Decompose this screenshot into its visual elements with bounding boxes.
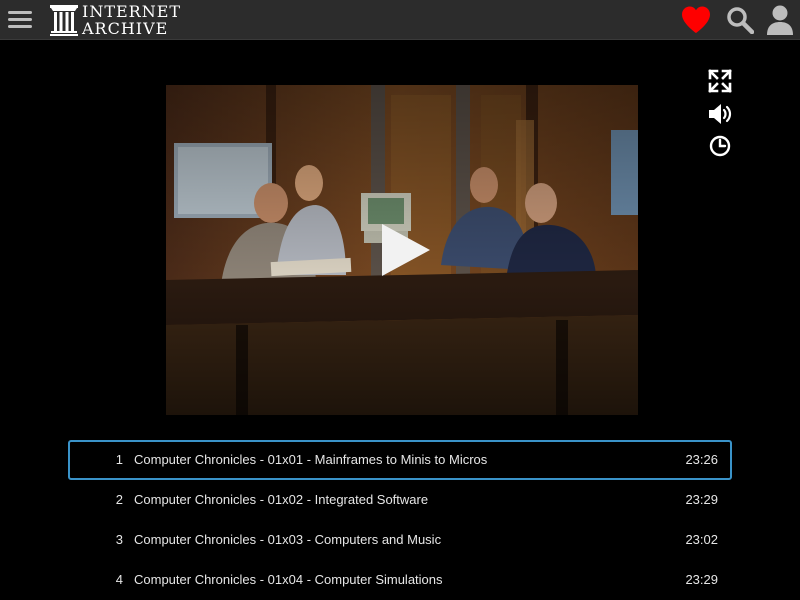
track-duration: 23:26 (685, 452, 718, 467)
user-icon[interactable] (766, 4, 794, 36)
internet-archive-logo[interactable]: INTERNET ARCHIVE (48, 3, 188, 37)
logo-wordmark: INTERNET ARCHIVE (82, 3, 192, 37)
track-duration: 23:29 (685, 572, 718, 587)
fullscreen-icon[interactable] (706, 67, 734, 95)
archive-building-icon (50, 5, 78, 36)
track-duration: 23:29 (685, 492, 718, 507)
playlist-item-4[interactable]: 4 Computer Chronicles - 01x04 - Computer… (68, 560, 732, 600)
track-number: 4 (115, 572, 123, 587)
track-title: Computer Chronicles - 01x01 - Mainframes… (134, 452, 488, 467)
track-title: Computer Chronicles - 01x04 - Computer S… (134, 572, 443, 587)
track-title: Computer Chronicles - 01x02 - Integrated… (134, 492, 429, 507)
track-number: 3 (115, 532, 123, 547)
track-number: 2 (115, 492, 123, 507)
hamburger-menu-icon[interactable] (8, 8, 34, 32)
top-navigation-bar: INTERNET ARCHIVE (0, 0, 800, 40)
playlist-item-3[interactable]: 3 Computer Chronicles - 01x03 - Computer… (68, 520, 732, 560)
playback-speed-icon[interactable] (706, 132, 734, 160)
play-icon[interactable] (378, 222, 434, 278)
video-player[interactable] (166, 85, 638, 415)
logo-line-1: INTERNET (82, 2, 182, 21)
playlist-item-2[interactable]: 2 Computer Chronicles - 01x02 - Integrat… (68, 480, 732, 520)
track-title: Computer Chronicles - 01x03 - Computers … (134, 532, 442, 547)
playlist-item-1[interactable]: 1 Computer Chronicles - 01x01 - Mainfram… (68, 440, 732, 480)
volume-icon[interactable] (706, 100, 734, 128)
heart-icon[interactable] (680, 4, 712, 36)
track-duration: 23:02 (685, 532, 718, 547)
logo-line-2: ARCHIVE (82, 19, 169, 38)
search-icon[interactable] (726, 6, 754, 34)
playlist: 1 Computer Chronicles - 01x01 - Mainfram… (68, 440, 732, 600)
track-number: 1 (115, 452, 123, 467)
